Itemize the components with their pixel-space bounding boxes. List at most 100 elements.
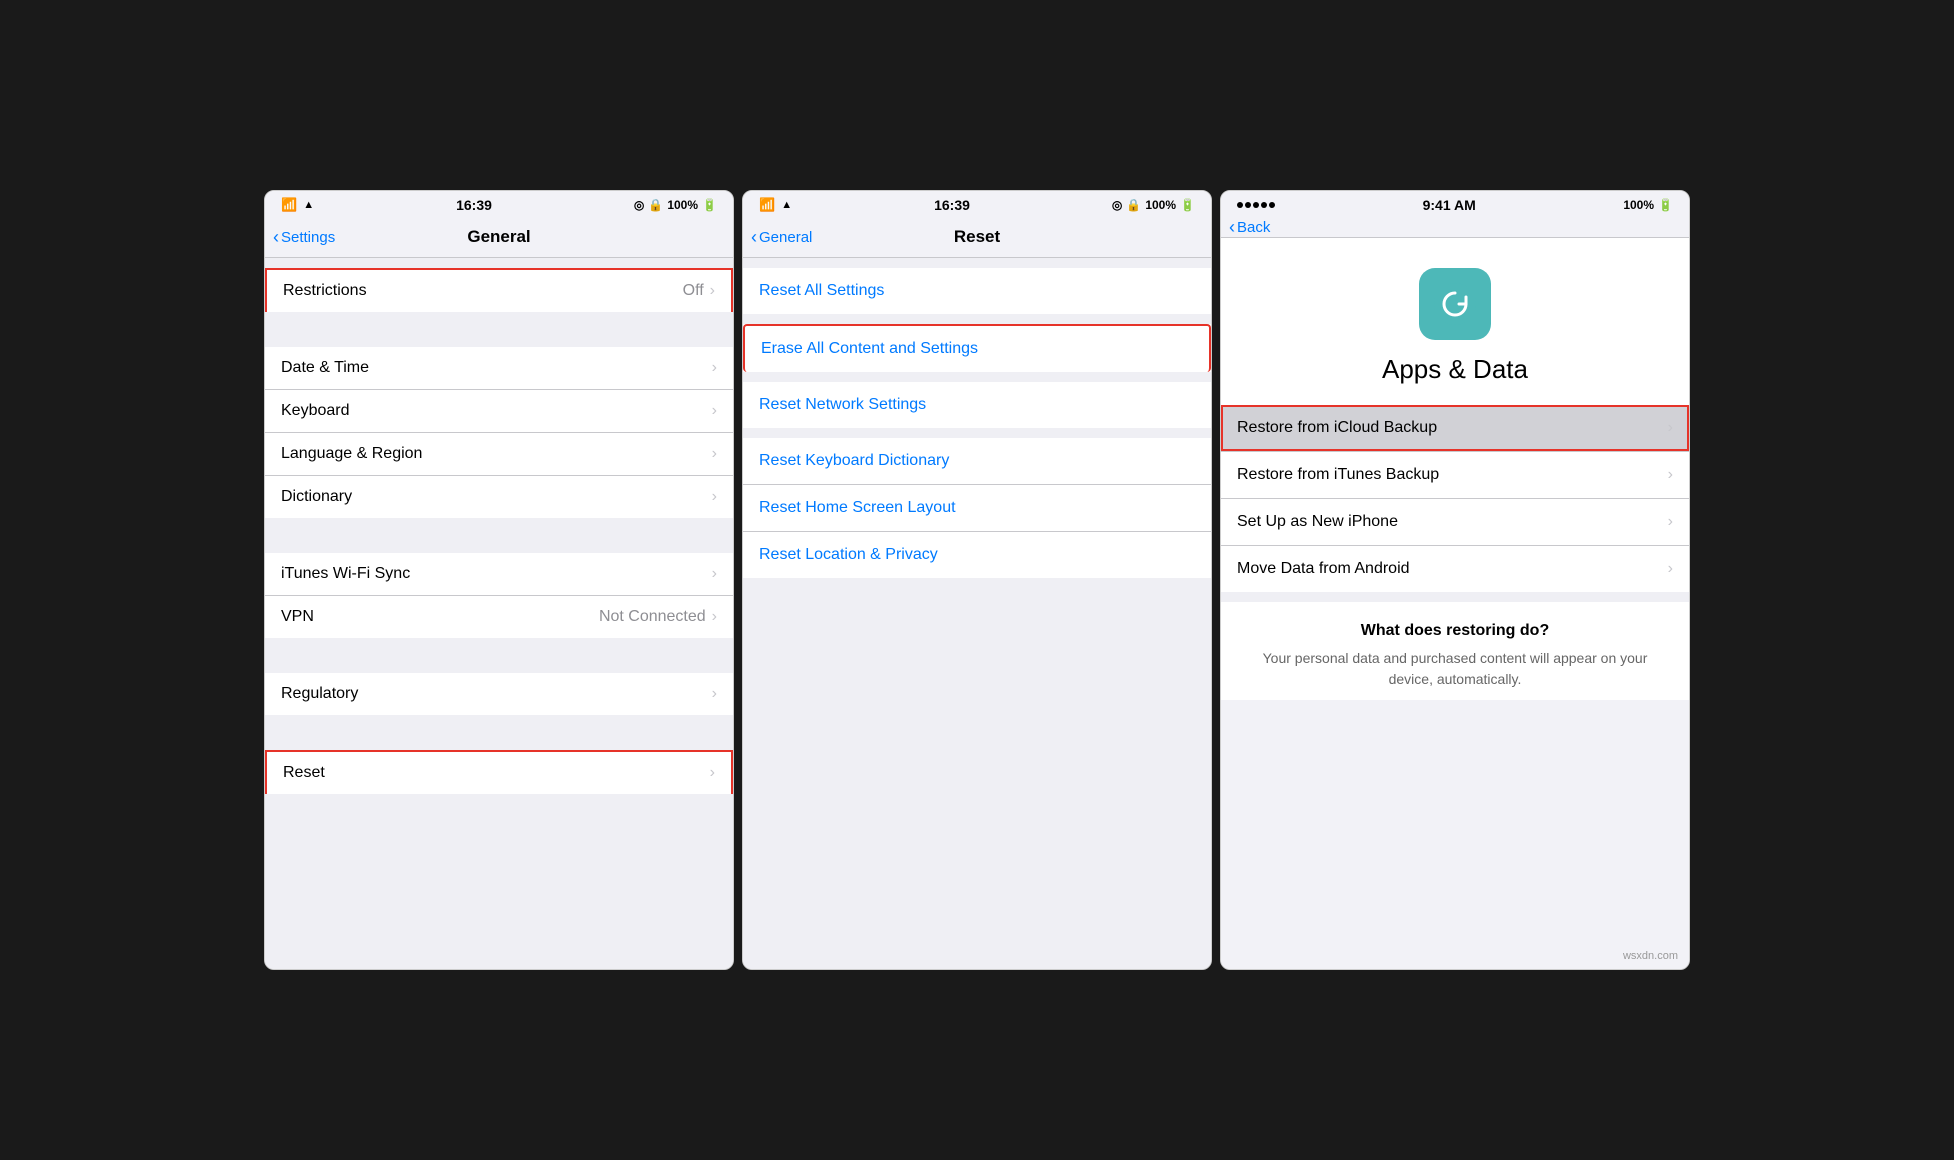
itunes-wifi-label: iTunes Wi-Fi Sync [281,565,410,583]
signal-icon-1: ▲ [303,199,314,211]
dictionary-item[interactable]: Dictionary › [265,476,733,518]
reset-location-item[interactable]: Reset Location & Privacy [743,532,1211,578]
reset-network-label: Reset Network Settings [759,396,926,413]
status-left-2: 📶 ▲ [759,197,792,213]
wifi-icon-1: 📶 [281,197,297,213]
dictionary-label: Dictionary [281,488,352,506]
status-left-3 [1237,202,1275,208]
itunes-wifi-chevron: › [712,565,717,583]
date-time-chevron: › [712,359,717,377]
apps-data-list: Restore from iCloud Backup › Restore fro… [1221,405,1689,592]
apps-data-title: Apps & Data [1382,354,1528,385]
battery-icon-2: 🔋 [1180,198,1195,212]
restore-icloud-chevron: › [1668,419,1673,437]
restrictions-item[interactable]: Restrictions Off › [265,268,733,312]
restore-icloud-item[interactable]: Restore from iCloud Backup › [1221,405,1689,452]
keyboard-chevron: › [712,402,717,420]
restore-icloud-label: Restore from iCloud Backup [1237,419,1437,437]
move-android-item[interactable]: Move Data from Android › [1221,546,1689,592]
time-2: 16:39 [934,197,970,213]
battery-icon-3: 🔋 [1658,198,1673,212]
restore-itunes-item[interactable]: Restore from iTunes Backup › [1221,452,1689,499]
phone-screen-1: 📶 ▲ 16:39 ◎ 🔒 100% 🔋 ‹ Settings General … [264,190,734,970]
signal-dot-3 [1253,202,1259,208]
what-does-section: What does restoring do? Your personal da… [1221,602,1689,700]
regulatory-item[interactable]: Regulatory › [265,673,733,715]
vpn-item[interactable]: VPN Not Connected › [265,596,733,638]
language-region-item[interactable]: Language & Region › [265,433,733,476]
cloud-restore-icon [1434,283,1476,325]
reset-right: › [710,764,715,782]
back-label-2: General [759,229,812,246]
nav-bar-2: ‹ General Reset [743,219,1211,258]
reset-keyboard-item[interactable]: Reset Keyboard Dictionary [743,438,1211,485]
reset-home-item[interactable]: Reset Home Screen Layout [743,485,1211,532]
bottom-fill-2 [743,578,1211,969]
regulatory-label: Regulatory [281,685,358,703]
section-gap-reset-3 [743,428,1211,438]
language-region-chevron: › [712,445,717,463]
restrictions-label: Restrictions [283,282,367,300]
middle-list-1: Date & Time › Keyboard › Language & Regi… [265,347,733,518]
section-gap-3b [1221,592,1689,602]
setup-new-chevron: › [1668,513,1673,531]
status-right-2: ◎ 🔒 100% 🔋 [1112,198,1195,212]
erase-list: Erase All Content and Settings [743,324,1211,372]
back-button-1[interactable]: ‹ Settings [273,228,335,246]
back-label-1: Settings [281,229,335,246]
move-android-label: Move Data from Android [1237,560,1410,578]
vpn-chevron: › [712,608,717,626]
section-gap-3 [265,638,733,673]
reset-label: Reset [283,764,325,782]
back-chevron-3: ‹ [1229,218,1235,236]
nav-bar-3: ‹ Back [1221,219,1689,238]
restrictions-right: Off › [683,282,715,300]
dictionary-right: › [712,488,717,506]
dictionary-chevron: › [712,488,717,506]
reset-all-label: Reset All Settings [759,282,884,299]
nav-title-1: General [467,227,530,247]
status-bar-3: 9:41 AM 100% 🔋 [1221,191,1689,219]
section-gap-bottom-1 [265,794,733,969]
reset-item[interactable]: Reset › [265,750,733,794]
section-gap-1 [265,312,733,347]
vpn-right: Not Connected › [599,608,717,626]
keyboard-label: Keyboard [281,402,350,420]
regulatory-chevron: › [712,685,717,703]
date-time-item[interactable]: Date & Time › [265,347,733,390]
move-android-chevron: › [1668,560,1673,578]
what-does-title: What does restoring do? [1241,622,1669,640]
setup-new-item[interactable]: Set Up as New iPhone › [1221,499,1689,546]
battery-2: 100% [1145,198,1176,212]
status-bar-1: 📶 ▲ 16:39 ◎ 🔒 100% 🔋 [265,191,733,219]
section-gap-4 [265,715,733,750]
nav-title-2: Reset [954,227,1000,247]
keyboard-item[interactable]: Keyboard › [265,390,733,433]
reset-keyboard-label: Reset Keyboard Dictionary [759,452,949,469]
section-gap-reset-2 [743,372,1211,382]
battery-1: 100% [667,198,698,212]
bottom-fill-3 [1221,700,1689,969]
apps-data-header: Apps & Data [1221,238,1689,405]
reset-location-label: Reset Location & Privacy [759,546,938,563]
apps-data-icon [1419,268,1491,340]
back-button-3[interactable]: ‹ Back [1229,218,1270,236]
phone-screen-3: 9:41 AM 100% 🔋 ‹ Back Apps & Data [1220,190,1690,970]
itunes-wifi-item[interactable]: iTunes Wi-Fi Sync › [265,553,733,596]
date-time-label: Date & Time [281,359,369,377]
back-button-2[interactable]: ‹ General [751,228,812,246]
language-region-right: › [712,445,717,463]
bottom-list-1: iTunes Wi-Fi Sync › VPN Not Connected › [265,553,733,638]
restrictions-list: Restrictions Off › [265,268,733,312]
reset-network-list: Reset Network Settings [743,382,1211,428]
reset-all-item[interactable]: Reset All Settings [743,268,1211,314]
section-gap-top-2 [743,258,1211,268]
reset-network-item[interactable]: Reset Network Settings [743,382,1211,428]
nav-bar-1: ‹ Settings General [265,219,733,258]
erase-all-item[interactable]: Erase All Content and Settings [743,324,1211,372]
signal-dot-2 [1245,202,1251,208]
status-bar-2: 📶 ▲ 16:39 ◎ 🔒 100% 🔋 [743,191,1211,219]
reset-list: Reset › [265,750,733,794]
signal-dot-5 [1269,202,1275,208]
section-gap-top-1 [265,258,733,268]
